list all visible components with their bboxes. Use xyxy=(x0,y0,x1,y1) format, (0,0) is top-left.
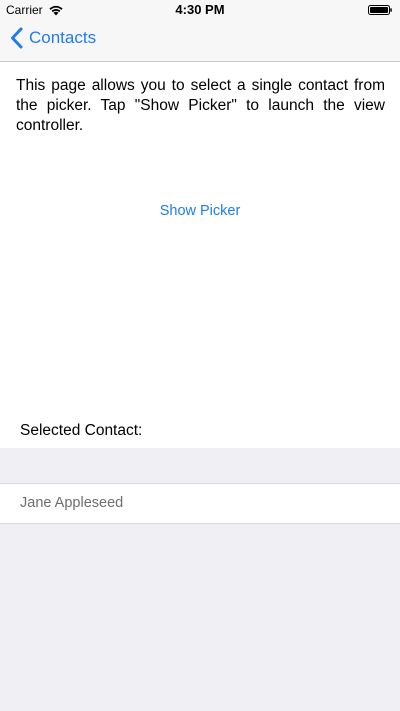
battery-icon xyxy=(368,5,392,15)
selected-contact-label: Selected Contact: xyxy=(20,422,143,439)
back-button[interactable]: Contacts xyxy=(10,27,96,49)
status-bar: Carrier 4:30 PM xyxy=(0,0,400,20)
back-button-label: Contacts xyxy=(29,28,97,47)
selected-contact-name: Jane Appleseed xyxy=(20,495,124,511)
navigation-bar: Contacts xyxy=(0,20,400,62)
selected-contact-cell[interactable]: Jane Appleseed xyxy=(0,483,400,524)
show-picker-button[interactable]: Show Picker xyxy=(0,203,400,219)
chevron-left-icon xyxy=(11,27,23,49)
status-time: 4:30 PM xyxy=(175,2,225,17)
page-description: This page allows you to select a single … xyxy=(16,77,385,134)
